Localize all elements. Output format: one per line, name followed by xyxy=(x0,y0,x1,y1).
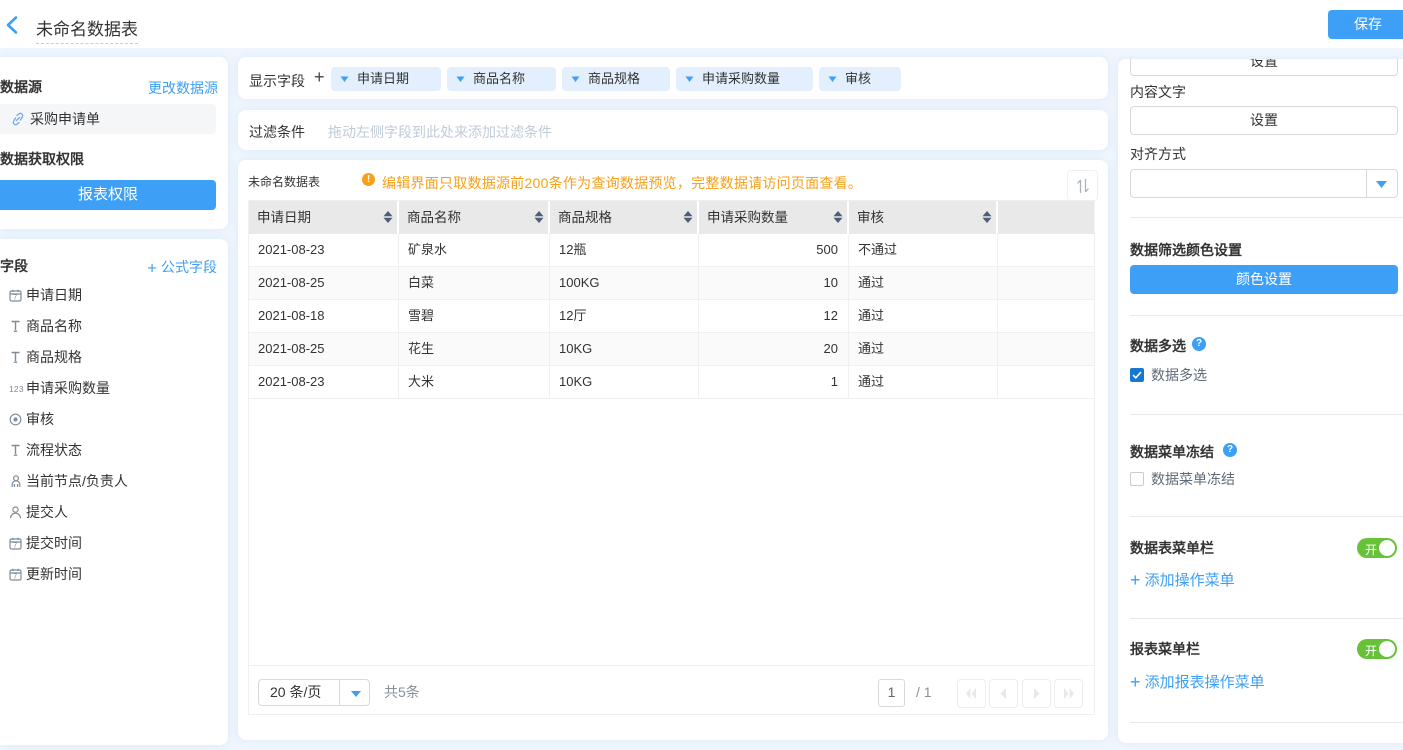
svg-text:7: 7 xyxy=(13,295,17,302)
svg-text:7: 7 xyxy=(13,543,17,550)
svg-text:7: 7 xyxy=(13,574,17,581)
svg-text:123: 123 xyxy=(9,384,24,394)
